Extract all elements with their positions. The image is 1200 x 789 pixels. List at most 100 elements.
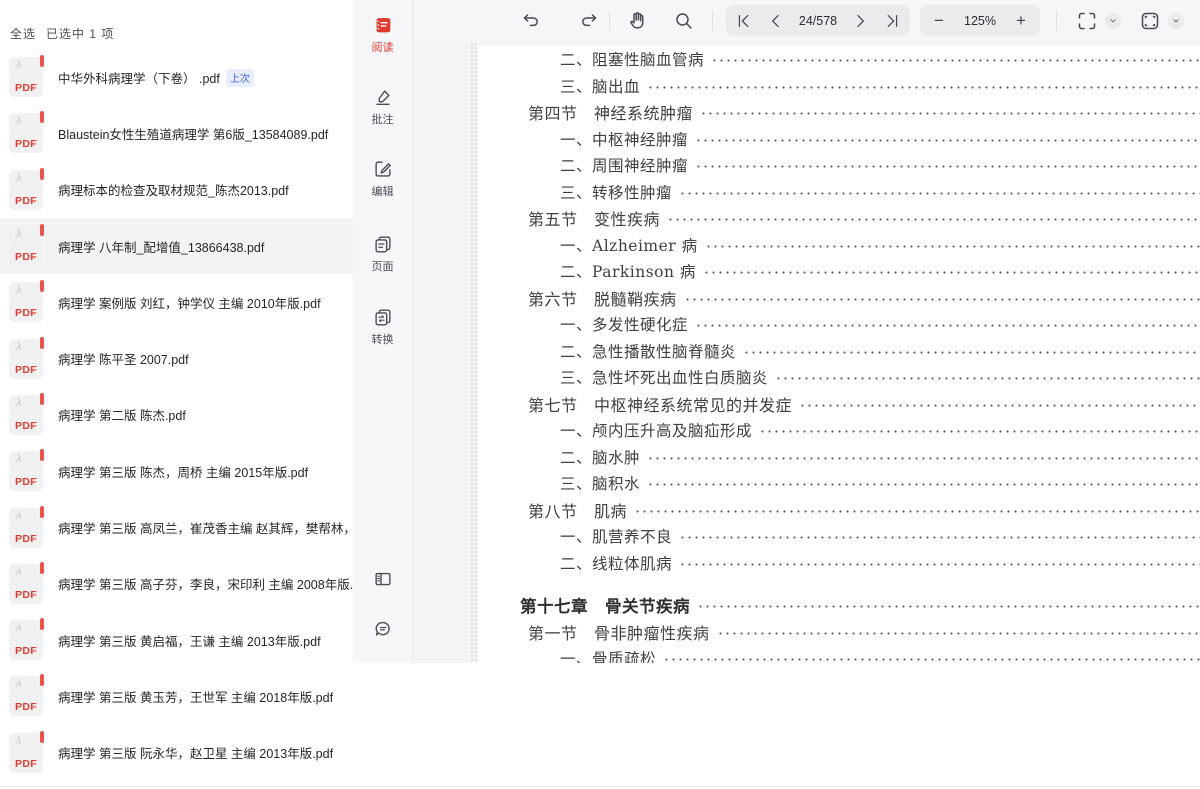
file-row-selected[interactable]: λPDF 病理学 八年制_配增值_13866438.pdf bbox=[0, 218, 353, 274]
file-row[interactable]: λPDF 病理学 案例版 刘红，钟学仪 主编 2010年版.pdf bbox=[0, 274, 353, 330]
toc-entry: 二、急性播散性脑脊髓炎 bbox=[478, 338, 1200, 365]
file-name: 中华外科病理学（下卷） .pdf上次 bbox=[58, 68, 353, 87]
toolbar-divider bbox=[1056, 11, 1057, 31]
toc-entry: 第五节 变性疾病 bbox=[478, 205, 1200, 232]
next-page-button[interactable] bbox=[850, 11, 870, 31]
toolbar-divider bbox=[609, 11, 610, 31]
file-list-panel: 全选 已选中 1 项 λPDF 中华外科病理学（下卷） .pdf上次 λPDF … bbox=[0, 0, 353, 789]
dot-leader bbox=[695, 126, 1200, 153]
hand-tool-button[interactable] bbox=[625, 9, 649, 33]
comments-toggle[interactable] bbox=[353, 618, 412, 645]
tab-read[interactable]: 阅读 bbox=[353, 14, 412, 55]
fullscreen-button[interactable] bbox=[1075, 9, 1099, 33]
pdf-file-icon: λPDF bbox=[9, 620, 43, 660]
file-row[interactable]: λPDF 病理学 第三版 阮永华，赵卫星 主编 2013年版.pdf bbox=[0, 725, 353, 781]
file-row[interactable]: λPDF 病理学 第三版 高凤兰，崔茂香主编 赵其辉，樊帮林，编 bbox=[0, 499, 353, 555]
chevron-down-icon bbox=[1171, 16, 1181, 26]
chevron-down-icon bbox=[1108, 16, 1118, 26]
page-edge-texture bbox=[470, 42, 478, 663]
file-name: 病理学 陈平圣 2007.pdf bbox=[58, 349, 353, 368]
fullscreen-menu-button[interactable] bbox=[1105, 13, 1121, 29]
toc-entry: 三、转移性肿瘤 bbox=[478, 179, 1200, 206]
edit-pencil-icon bbox=[372, 158, 394, 180]
zoom-in-button[interactable]: + bbox=[1010, 11, 1032, 31]
toc-chapter-entry: 第十七章 骨关节疾病 bbox=[478, 592, 1200, 619]
file-row[interactable]: λPDF 病理学 第三版 高子芬，李良，宋印利 主编 2008年版.pdf bbox=[0, 556, 353, 612]
dot-leader bbox=[667, 205, 1200, 232]
page-navigation: 24/578 bbox=[726, 5, 910, 36]
file-name: 病理学 第三版 高子芬，李良，宋印利 主编 2008年版.pdf bbox=[58, 574, 353, 593]
comment-bubble-icon bbox=[372, 618, 394, 640]
search-button[interactable] bbox=[672, 9, 696, 33]
toc-entry: 一、骨质疏松 bbox=[478, 645, 1200, 663]
last-page-button[interactable] bbox=[882, 11, 902, 31]
redo-button[interactable] bbox=[577, 9, 601, 33]
zoom-out-button[interactable]: − bbox=[928, 11, 950, 31]
file-row[interactable]: λPDF 中华外科病理学（下卷） .pdf上次 bbox=[0, 49, 353, 105]
fit-page-menu-button[interactable] bbox=[1168, 13, 1184, 29]
table-of-contents: 二、阻塞性脑血管病 三、脑出血 第四节 神经系统肿瘤 一、中枢神经肿瘤 二、周围… bbox=[478, 46, 1200, 663]
file-name: 病理学 第二版 陈杰.pdf bbox=[58, 405, 353, 424]
dot-leader bbox=[647, 73, 1200, 100]
viewer-toolbar: 24/578 − 125% + bbox=[413, 0, 1200, 42]
fit-page-button[interactable] bbox=[1138, 9, 1162, 33]
tab-edit[interactable]: 编辑 bbox=[353, 158, 412, 199]
dot-leader bbox=[679, 550, 1200, 577]
file-name: 病理学 第三版 陈杰，周桥 主编 2015年版.pdf bbox=[58, 462, 353, 481]
tab-convert[interactable]: 转换 bbox=[353, 306, 412, 347]
toc-entry: 三、脑出血 bbox=[478, 73, 1200, 100]
file-name: 病理学 第三版 黄启福，王谦 主编 2013年版.pdf bbox=[58, 631, 353, 650]
first-page-button[interactable] bbox=[734, 11, 754, 31]
dot-leader bbox=[663, 645, 1200, 663]
pdf-file-icon: λPDF bbox=[9, 339, 43, 379]
dot-leader bbox=[711, 46, 1200, 73]
previous-page-button[interactable] bbox=[766, 11, 786, 31]
sidebar-panel-toggle[interactable] bbox=[353, 568, 412, 595]
pdf-file-icon: λPDF bbox=[9, 508, 43, 548]
pdf-file-icon: λPDF bbox=[9, 282, 43, 322]
toc-entry: 一、颅内压升高及脑疝形成 bbox=[478, 417, 1200, 444]
pdf-file-icon: λPDF bbox=[9, 57, 43, 97]
pdf-page: 二、阻塞性脑血管病 三、脑出血 第四节 神经系统肿瘤 一、中枢神经肿瘤 二、周围… bbox=[478, 46, 1200, 663]
acrobat-glyph-icon: λ bbox=[16, 228, 21, 240]
file-name: 病理标本的检查及取材规范_陈杰2013.pdf bbox=[58, 180, 353, 199]
dot-leader bbox=[684, 285, 1200, 312]
toc-entry: 第七节 中枢神经系统常见的并发症 bbox=[478, 391, 1200, 418]
toc-entry: 第四节 神经系统肿瘤 bbox=[478, 99, 1200, 126]
pdf-file-icon: λPDF bbox=[9, 733, 43, 773]
undo-button[interactable] bbox=[519, 9, 543, 33]
window-bottom-edge bbox=[0, 786, 1200, 787]
toc-entry: 一、Alzheimer 病 bbox=[478, 232, 1200, 259]
file-row[interactable]: λPDF 病理学 第二版 陈杰.pdf bbox=[0, 387, 353, 443]
file-name: 病理学 第三版 阮永华，赵卫星 主编 2013年版.pdf bbox=[58, 743, 353, 762]
dot-leader bbox=[647, 470, 1200, 497]
selection-header: 全选 已选中 1 项 bbox=[10, 25, 114, 42]
toc-entry: 二、Parkinson 病 bbox=[478, 258, 1200, 285]
file-row[interactable]: λPDF 病理学 陈平圣 2007.pdf bbox=[0, 330, 353, 386]
dot-leader bbox=[647, 444, 1200, 471]
file-list: λPDF 中华外科病理学（下卷） .pdf上次 λPDF Blaustein女性… bbox=[0, 49, 353, 781]
file-row[interactable]: λPDF 病理学 第三版 黄启福，王谦 主编 2013年版.pdf bbox=[0, 612, 353, 668]
zoom-level[interactable]: 125% bbox=[964, 14, 996, 28]
zoom-controls: − 125% + bbox=[920, 5, 1040, 36]
file-row[interactable]: λPDF 病理学 第三版 黄玉芳，王世军 主编 2018年版.pdf bbox=[0, 668, 353, 724]
acrobat-glyph-icon: λ bbox=[16, 453, 21, 465]
pdf-file-icon: λPDF bbox=[9, 113, 43, 153]
toc-entry: 二、阻塞性脑血管病 bbox=[478, 46, 1200, 73]
hand-icon bbox=[625, 9, 649, 33]
search-icon bbox=[672, 9, 696, 33]
file-row[interactable]: λPDF Blaustein女性生殖道病理学 第6版_13584089.pdf bbox=[0, 105, 353, 161]
file-row[interactable]: λPDF 病理标本的检查及取材规范_陈杰2013.pdf bbox=[0, 162, 353, 218]
toc-entry: 三、急性坏死出血性白质脑炎 bbox=[478, 364, 1200, 391]
redo-icon bbox=[577, 9, 601, 33]
page-indicator[interactable]: 24/578 bbox=[799, 14, 837, 28]
file-row[interactable]: λPDF 病理学 第三版 陈杰，周桥 主编 2015年版.pdf bbox=[0, 443, 353, 499]
dot-leader bbox=[759, 417, 1200, 444]
tab-pages[interactable]: 页面 bbox=[353, 233, 412, 274]
toc-entry: 第一节 骨非肿瘤性疾病 bbox=[478, 619, 1200, 646]
tab-annotate[interactable]: 批注 bbox=[353, 86, 412, 127]
acrobat-glyph-icon: λ bbox=[16, 397, 21, 409]
pdf-file-icon: λPDF bbox=[9, 564, 43, 604]
select-all-button[interactable]: 全选 bbox=[10, 25, 36, 42]
sidebar-layout-icon bbox=[372, 568, 394, 590]
